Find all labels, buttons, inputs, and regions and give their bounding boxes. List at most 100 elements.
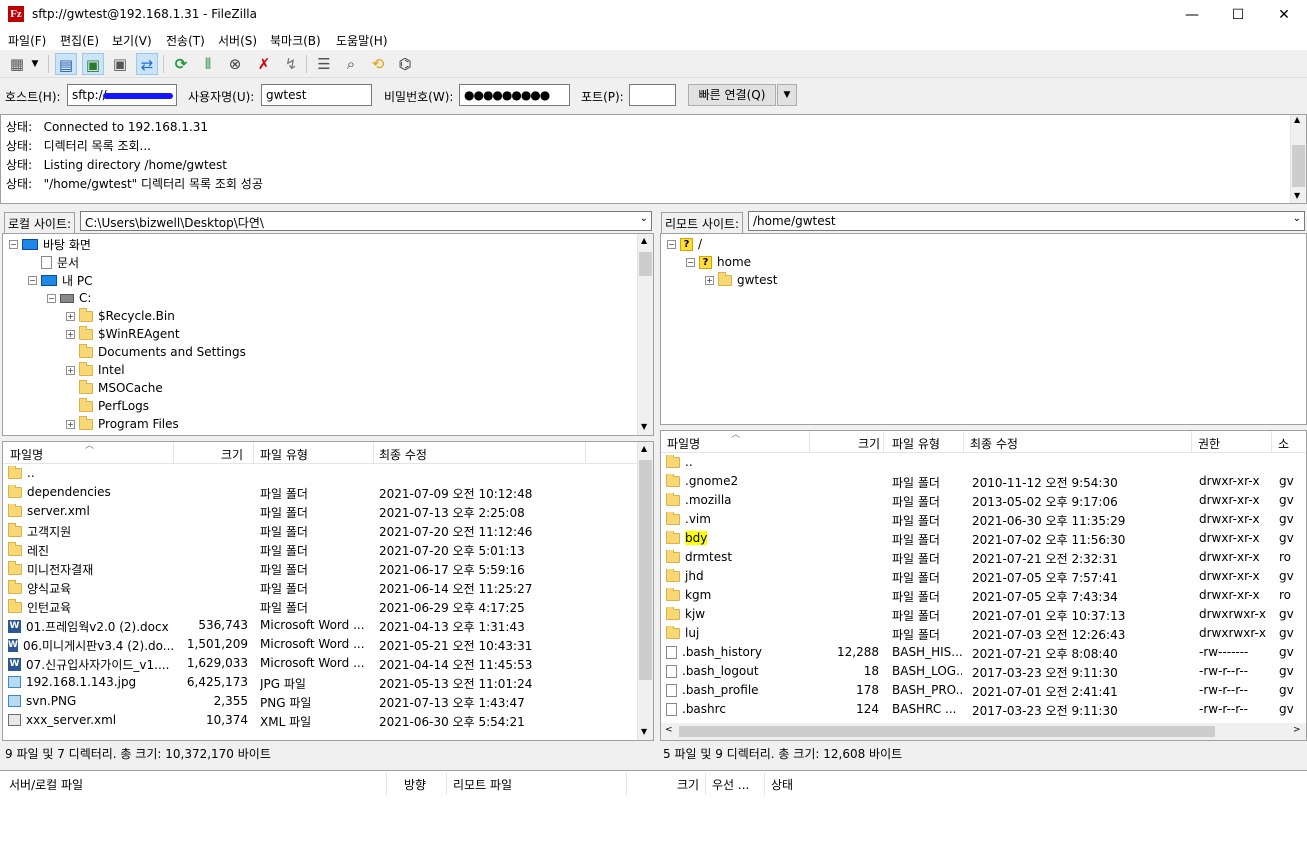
col-type[interactable]: 파일 유형 bbox=[892, 435, 940, 452]
queue-col-direction[interactable]: 방향 bbox=[404, 776, 426, 793]
scroll-down-icon[interactable]: ▼ bbox=[641, 727, 647, 736]
process-queue-icon[interactable]: ⫴ bbox=[197, 53, 219, 75]
scroll-left-icon[interactable]: < bbox=[665, 725, 673, 735]
expand-icon[interactable]: + bbox=[705, 275, 714, 285]
tree-node[interactable]: MSOCache bbox=[66, 379, 163, 397]
scroll-thumb[interactable] bbox=[1292, 145, 1305, 187]
tree-node[interactable]: − 바탕 화면 bbox=[9, 235, 91, 253]
file-row[interactable]: dependencies 파일 폴더 2021-07-09 오전 10:12:48 bbox=[3, 483, 637, 502]
maximize-button[interactable]: ☐ bbox=[1215, 0, 1261, 30]
menu-server[interactable]: 서버(S) bbox=[218, 32, 257, 49]
file-row[interactable]: kjw 파일 폴더 2021-07-01 오후 10:37:13 drwxrwxr-x… bbox=[661, 605, 1306, 624]
file-row[interactable]: 레진 파일 폴더 2021-07-20 오후 5:01:13 bbox=[3, 540, 637, 559]
col-name[interactable]: 파일명 bbox=[667, 435, 700, 452]
expand-icon[interactable]: + bbox=[66, 311, 75, 321]
queue-col-remote[interactable]: 리모트 파일 bbox=[453, 776, 512, 793]
menu-view[interactable]: 보기(V) bbox=[112, 32, 152, 49]
compare-icon[interactable]: ⌕ bbox=[340, 53, 362, 75]
collapse-icon[interactable]: − bbox=[686, 257, 695, 267]
menu-edit[interactable]: 편집(E) bbox=[60, 32, 99, 49]
file-row[interactable]: .bash_profile 178 BASH_PRO... 2021-07-01 오전… bbox=[661, 681, 1306, 700]
menu-file[interactable]: 파일(F) bbox=[8, 32, 46, 49]
file-row[interactable]: 192.168.1.143.jpg 6,425,173 JPG 파일 2021-05-… bbox=[3, 673, 637, 692]
local-tree-icon[interactable]: ▣ bbox=[82, 53, 104, 75]
file-row[interactable]: kgm 파일 폴더 2021-07-05 오후 7:43:34 drwxr-xr-x r… bbox=[661, 586, 1306, 605]
file-row[interactable]: 미니전자결재 파일 폴더 2021-06-17 오후 5:59:16 bbox=[3, 559, 637, 578]
file-row[interactable]: .bashrc 124 BASHRC ... 2017-03-23 오전 9:11:3… bbox=[661, 700, 1306, 719]
file-row[interactable]: .gnome2 파일 폴더 2010-11-12 오전 9:54:30 drwxr-x… bbox=[661, 472, 1306, 491]
refresh-icon[interactable]: ⟳ bbox=[170, 53, 192, 75]
file-row[interactable]: W 07.신규입사자가이드_v1.... 1,629,033 Microsoft Wo… bbox=[3, 654, 637, 673]
file-row[interactable]: .bash_logout 18 BASH_LOG... 2017-03-23 오전 9… bbox=[661, 662, 1306, 681]
collapse-icon[interactable]: − bbox=[47, 293, 56, 303]
dropdown-icon[interactable]: ▼ bbox=[28, 53, 42, 75]
tree-node[interactable]: − C: bbox=[47, 289, 91, 307]
tree-node[interactable]: Documents and Settings bbox=[66, 343, 246, 361]
col-type[interactable]: 파일 유형 bbox=[260, 446, 308, 463]
file-row[interactable]: W 01.프레임웍v2.0 (2).docx 536,743 Microsoft Wo… bbox=[3, 616, 637, 635]
disconnect-icon[interactable]: ✗ bbox=[253, 53, 275, 75]
file-row[interactable]: .mozilla 파일 폴더 2013-05-02 오후 9:17:06 drwxr-… bbox=[661, 491, 1306, 510]
tree-node[interactable]: + $Recycle.Bin bbox=[66, 307, 175, 325]
tree-node[interactable]: + Intel bbox=[66, 361, 125, 379]
local-tree-scrollbar[interactable]: ▲ ▼ bbox=[637, 234, 653, 435]
chevron-down-icon[interactable]: ⌄ bbox=[640, 213, 648, 224]
log-scrollbar[interactable]: ▲ ▼ bbox=[1290, 115, 1306, 203]
sync-browse-icon[interactable]: ⟲ bbox=[367, 53, 389, 75]
scroll-down-icon[interactable]: ▼ bbox=[1294, 191, 1300, 200]
collapse-icon[interactable]: − bbox=[9, 239, 18, 249]
tree-node[interactable]: + Program Files bbox=[66, 415, 179, 433]
username-input[interactable]: gwtest bbox=[261, 84, 372, 106]
file-row[interactable]: luj 파일 폴더 2021-07-03 오전 12:26:43 drwxrwxr-x… bbox=[661, 624, 1306, 643]
local-list-scrollbar[interactable]: ▲ ▼ bbox=[637, 442, 653, 740]
file-row[interactable]: 고객지원 파일 폴더 2021-07-20 오전 11:12:46 bbox=[3, 521, 637, 540]
find-icon[interactable]: ⌬ bbox=[394, 53, 416, 75]
file-row[interactable]: .. bbox=[661, 453, 1306, 472]
remote-path-input[interactable]: /home/gwtest ⌄ bbox=[748, 211, 1305, 231]
quickconnect-button[interactable]: 빠른 연결(Q) bbox=[688, 84, 776, 106]
file-row[interactable]: jhd 파일 폴더 2021-07-05 오후 7:57:41 drwxr-xr-x g… bbox=[661, 567, 1306, 586]
tree-node[interactable]: − 내 PC bbox=[28, 271, 92, 289]
scroll-thumb[interactable] bbox=[639, 460, 652, 680]
expand-icon[interactable]: + bbox=[66, 419, 75, 429]
expand-icon[interactable]: + bbox=[66, 365, 75, 375]
collapse-icon[interactable]: − bbox=[28, 275, 37, 285]
remote-tree-icon[interactable]: ▣ bbox=[109, 53, 131, 75]
col-owner[interactable]: 소 bbox=[1278, 435, 1289, 452]
quickconnect-dropdown-button[interactable]: ▼ bbox=[777, 84, 797, 106]
tree-node[interactable]: + gwtest bbox=[705, 271, 777, 289]
port-input[interactable] bbox=[629, 84, 676, 106]
reconnect-icon[interactable]: ↯ bbox=[280, 53, 302, 75]
file-row[interactable]: 인턴교육 파일 폴더 2021-06-29 오후 4:17:25 bbox=[3, 597, 637, 616]
file-row[interactable]: server.xml 파일 폴더 2021-07-13 오후 2:25:08 bbox=[3, 502, 637, 521]
col-size[interactable]: 크기 bbox=[858, 435, 880, 452]
tree-node[interactable]: + $WinREAgent bbox=[66, 325, 180, 343]
col-permissions[interactable]: 권한 bbox=[1198, 435, 1220, 452]
file-row[interactable]: .bash_history 12,288 BASH_HIS... 2021-07-21… bbox=[661, 643, 1306, 662]
collapse-icon[interactable]: − bbox=[667, 239, 676, 249]
scroll-right-icon[interactable]: > bbox=[1293, 725, 1301, 735]
file-row[interactable]: .vim 파일 폴더 2021-06-30 오후 11:35:29 drwxr-xr-… bbox=[661, 510, 1306, 529]
minimize-button[interactable]: — bbox=[1169, 0, 1215, 30]
chevron-down-icon[interactable]: ⌄ bbox=[1293, 213, 1301, 224]
scroll-thumb[interactable] bbox=[679, 726, 1215, 737]
menu-bookmarks[interactable]: 북마크(B) bbox=[270, 32, 321, 49]
col-size[interactable]: 크기 bbox=[221, 446, 243, 463]
col-modified[interactable]: 최종 수정 bbox=[379, 446, 427, 463]
message-log-icon[interactable]: ▤ bbox=[55, 53, 77, 75]
file-row[interactable]: W 06.미니게시판v3.4 (2).do... 1,501,209 Microsof… bbox=[3, 635, 637, 654]
tree-node[interactable]: −? / bbox=[667, 235, 702, 253]
col-modified[interactable]: 최종 수정 bbox=[970, 435, 1018, 452]
filter-icon[interactable]: ☰ bbox=[313, 53, 335, 75]
scroll-down-icon[interactable]: ▼ bbox=[641, 422, 647, 431]
menu-transfer[interactable]: 전송(T) bbox=[166, 32, 205, 49]
remote-list-hscrollbar[interactable]: < > bbox=[661, 723, 1306, 740]
cancel-icon[interactable]: ⊗ bbox=[224, 53, 246, 75]
tree-node[interactable]: −? home bbox=[686, 253, 751, 271]
scroll-up-icon[interactable]: ▲ bbox=[641, 236, 647, 245]
menu-help[interactable]: 도움말(H) bbox=[336, 32, 388, 49]
site-manager-icon[interactable]: ▦ bbox=[6, 53, 28, 75]
scroll-thumb[interactable] bbox=[639, 252, 652, 276]
queue-col-priority[interactable]: 우선 ... bbox=[712, 776, 749, 793]
tree-node[interactable]: PerfLogs bbox=[66, 397, 149, 415]
